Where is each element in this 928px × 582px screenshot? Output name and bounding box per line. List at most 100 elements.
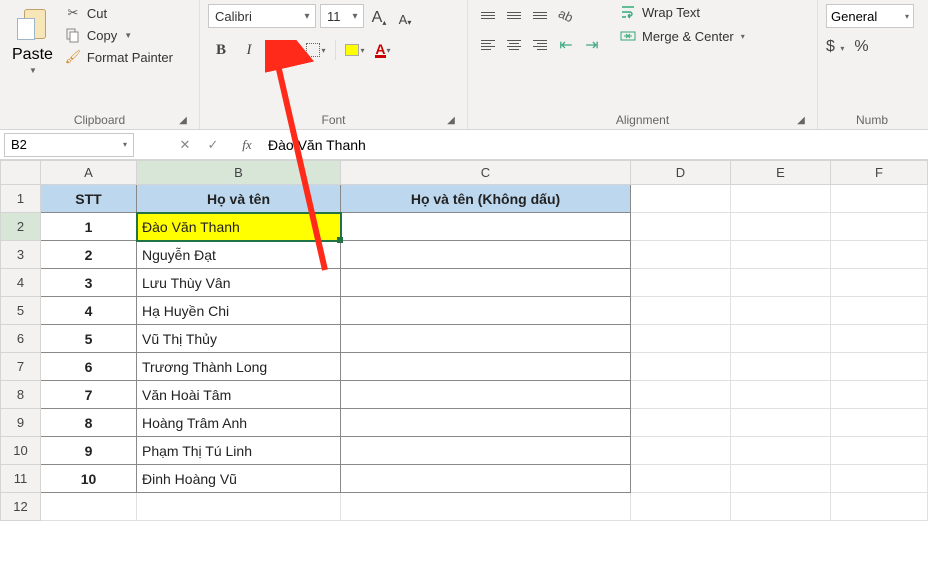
select-all-button[interactable] [1, 161, 41, 185]
cell[interactable] [41, 493, 137, 521]
col-header-C[interactable]: C [341, 161, 631, 185]
chevron-down-icon[interactable]: ▾ [360, 46, 364, 55]
cell[interactable] [731, 185, 831, 213]
cell[interactable] [631, 241, 731, 269]
cell[interactable] [831, 465, 928, 493]
cell[interactable] [631, 437, 731, 465]
dialog-launcher-icon[interactable]: ◢ [795, 114, 807, 126]
cell[interactable]: Hoàng Trâm Anh [137, 409, 341, 437]
cell[interactable] [341, 465, 631, 493]
cell[interactable] [631, 297, 731, 325]
cell[interactable] [137, 493, 341, 521]
align-middle-button[interactable] [502, 4, 526, 26]
align-bottom-button[interactable] [528, 4, 552, 26]
cell[interactable] [341, 213, 631, 241]
formula-input[interactable] [258, 133, 928, 157]
row-header[interactable]: 10 [1, 437, 41, 465]
cell[interactable]: Đinh Hoàng Vũ [137, 465, 341, 493]
cell[interactable] [831, 213, 928, 241]
row-header[interactable]: 9 [1, 409, 41, 437]
orientation-button[interactable]: ab [550, 0, 581, 30]
font-size-combo[interactable]: 11 ▾ [320, 4, 364, 28]
cell[interactable] [631, 353, 731, 381]
cell[interactable] [731, 213, 831, 241]
paste-button[interactable]: Paste ▼ [8, 4, 57, 77]
cell[interactable]: Văn Hoài Tâm [137, 381, 341, 409]
cell[interactable] [731, 297, 831, 325]
chevron-down-icon[interactable]: ▾ [741, 32, 745, 41]
chevron-down-icon[interactable]: ▾ [387, 46, 391, 55]
cell[interactable] [631, 493, 731, 521]
decrease-indent-button[interactable]: ⇤ [554, 34, 578, 56]
cell[interactable] [341, 493, 631, 521]
col-header-D[interactable]: D [631, 161, 731, 185]
cell[interactable] [731, 325, 831, 353]
underline-button[interactable]: U▾ [264, 38, 290, 62]
cell[interactable] [631, 381, 731, 409]
increase-indent-button[interactable]: ⇥ [580, 34, 604, 56]
cell[interactable] [731, 353, 831, 381]
cell[interactable] [341, 353, 631, 381]
cell[interactable] [731, 269, 831, 297]
chevron-down-icon[interactable]: ▾ [299, 11, 315, 22]
col-header-A[interactable]: A [41, 161, 137, 185]
cell[interactable]: 2 [41, 241, 137, 269]
cell[interactable]: Họ và tên [137, 185, 341, 213]
font-color-button[interactable]: A▾ [370, 38, 396, 62]
chevron-down-icon[interactable]: ▾ [281, 46, 285, 55]
decrease-font-button[interactable]: A▾ [394, 5, 416, 27]
row-header[interactable]: 1 [1, 185, 41, 213]
align-center-button[interactable] [502, 34, 526, 56]
cell[interactable] [631, 465, 731, 493]
bold-button[interactable]: B [208, 38, 234, 62]
cell[interactable]: Trương Thành Long [137, 353, 341, 381]
format-painter-button[interactable]: 🖌 Format Painter [63, 48, 175, 66]
cell[interactable] [831, 381, 928, 409]
fill-handle[interactable] [337, 237, 343, 243]
cell[interactable] [341, 269, 631, 297]
chevron-down-icon[interactable]: ▾ [321, 46, 325, 55]
selected-cell[interactable]: Đào Văn Thanh [137, 213, 341, 241]
cell[interactable] [341, 381, 631, 409]
cell[interactable]: Phạm Thị Tú Linh [137, 437, 341, 465]
row-header[interactable]: 4 [1, 269, 41, 297]
row-header[interactable]: 12 [1, 493, 41, 521]
row-header[interactable]: 3 [1, 241, 41, 269]
percent-format-button[interactable]: % [854, 38, 868, 56]
cell[interactable] [831, 437, 928, 465]
cell[interactable]: 1 [41, 213, 137, 241]
chevron-down-icon[interactable]: ▼ [29, 66, 37, 75]
font-name-combo[interactable]: Calibri ▾ [208, 4, 316, 28]
cell[interactable] [631, 325, 731, 353]
borders-button[interactable]: ▾ [303, 38, 329, 62]
cell[interactable] [831, 409, 928, 437]
spreadsheet-grid[interactable]: A B C D E F 1 STT Họ và tên Họ và tên (K… [0, 160, 928, 521]
cell[interactable]: STT [41, 185, 137, 213]
cell[interactable] [631, 269, 731, 297]
merge-center-button[interactable]: Merge & Center ▾ [620, 28, 745, 44]
cell[interactable] [831, 269, 928, 297]
cell[interactable]: 8 [41, 409, 137, 437]
cell[interactable] [831, 325, 928, 353]
col-header-E[interactable]: E [731, 161, 831, 185]
cell[interactable] [831, 297, 928, 325]
cell[interactable] [341, 297, 631, 325]
chevron-down-icon[interactable]: ▼ [124, 31, 132, 40]
cell[interactable]: 6 [41, 353, 137, 381]
row-header[interactable]: 5 [1, 297, 41, 325]
cell[interactable] [341, 325, 631, 353]
enter-edit-button[interactable]: ✓ [202, 137, 224, 153]
cell[interactable] [831, 493, 928, 521]
col-header-B[interactable]: B [137, 161, 341, 185]
cell[interactable]: 10 [41, 465, 137, 493]
wrap-text-button[interactable]: Wrap Text [620, 4, 745, 20]
dialog-launcher-icon[interactable]: ◢ [445, 114, 457, 126]
cell[interactable] [341, 437, 631, 465]
row-header[interactable]: 7 [1, 353, 41, 381]
cell[interactable]: 5 [41, 325, 137, 353]
cell[interactable]: 9 [41, 437, 137, 465]
dialog-launcher-icon[interactable]: ◢ [177, 114, 189, 126]
cell[interactable] [831, 353, 928, 381]
row-header[interactable]: 11 [1, 465, 41, 493]
cell[interactable]: Vũ Thị Thủy [137, 325, 341, 353]
